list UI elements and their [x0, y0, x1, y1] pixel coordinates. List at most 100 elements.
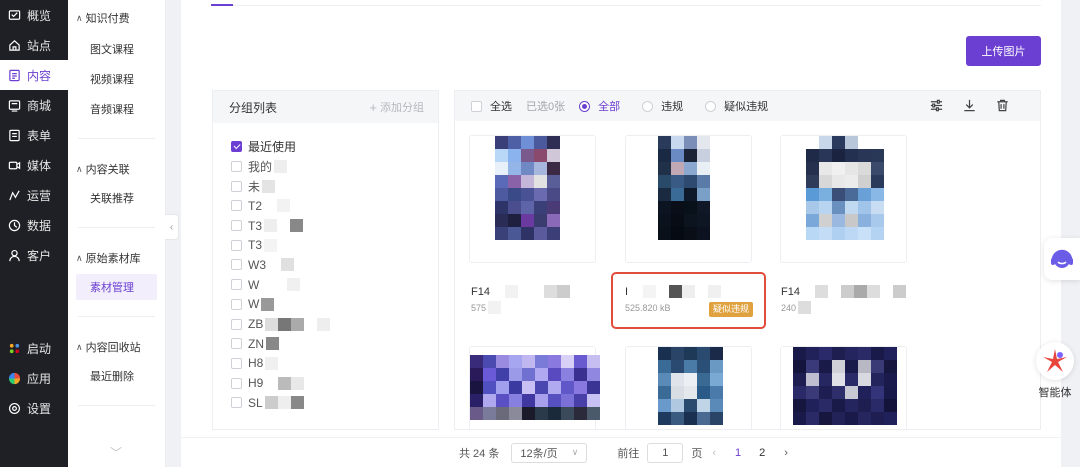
checkbox[interactable] — [231, 357, 242, 369]
page-number-1[interactable]: 1 — [735, 447, 741, 459]
submenu-group-recycle-bin[interactable]: ∧ 内容回收站 — [68, 337, 165, 357]
group-item[interactable]: W — [213, 295, 438, 315]
shop-icon — [8, 99, 21, 112]
filter-violation-radio[interactable]: 违规 — [642, 98, 683, 114]
redacted-block — [264, 396, 304, 410]
radio[interactable] — [705, 100, 717, 112]
redacted-block — [264, 199, 291, 213]
nav-item-launch[interactable]: 启动 — [0, 333, 68, 363]
submenu-item-audio-course[interactable]: 音频课程 — [68, 96, 165, 122]
select-all-checkbox[interactable]: 全选 — [471, 98, 512, 114]
radio[interactable] — [579, 100, 591, 112]
checkbox[interactable] — [231, 279, 242, 291]
submenu-item-video-course[interactable]: 视频课程 — [68, 66, 165, 92]
checkbox[interactable] — [231, 180, 242, 192]
redacted-block — [268, 258, 294, 272]
group-item[interactable]: T2 — [213, 196, 438, 216]
upload-image-button[interactable]: 上传图片 — [966, 36, 1041, 66]
checkbox[interactable] — [231, 298, 242, 310]
chevron-left-icon: ‹ — [169, 221, 174, 233]
submenu-group-material-library[interactable]: ∧ 原始素材库 — [68, 248, 165, 268]
nav-item-apps[interactable]: 应用 — [0, 363, 68, 393]
group-item[interactable]: ZN — [213, 334, 438, 354]
ai-agent-button[interactable]: 智能体 — [1030, 342, 1080, 404]
redacted-block — [265, 317, 331, 331]
prev-page-button[interactable]: ‹ — [712, 447, 716, 459]
nav-item-shop[interactable]: 商城 — [0, 90, 68, 120]
image-card[interactable] — [780, 135, 907, 263]
image-name: F14 — [471, 285, 570, 298]
home-icon — [9, 39, 20, 51]
group-item[interactable]: H8 — [213, 354, 438, 374]
group-item[interactable]: T3 — [213, 235, 438, 255]
submenu-item-graphic-course[interactable]: 图文课程 — [68, 36, 165, 62]
goto-page-input[interactable] — [647, 442, 684, 463]
nav-label: 媒体 — [27, 158, 52, 173]
checkbox[interactable] — [231, 397, 242, 409]
file-toolbar: 全选 已选0张 全部 违规 疑似违规 — [455, 91, 1040, 121]
group-item[interactable]: W3 — [213, 255, 438, 275]
collapse-sidebar-button[interactable]: ‹ — [165, 214, 179, 240]
nav-label: 启动 — [27, 341, 52, 356]
checkbox[interactable] — [231, 200, 242, 212]
nav-label: 应用 — [27, 371, 52, 386]
checkbox[interactable] — [231, 239, 242, 251]
nav-item-customer[interactable]: 客户 — [0, 240, 68, 270]
checkbox[interactable] — [231, 259, 242, 271]
chevron-down-icon: ∨ — [571, 447, 579, 457]
checkbox[interactable] — [231, 220, 242, 232]
submenu-group-relation[interactable]: ∧ 内容关联 — [68, 159, 165, 179]
image-thumbnail — [658, 136, 710, 240]
group-item[interactable]: 最近使用 — [213, 137, 438, 157]
redacted-block — [266, 337, 279, 351]
image-card[interactable] — [780, 346, 907, 429]
chevron-down-icon[interactable]: ﹀ — [110, 444, 122, 461]
submenu-item-related-recommend[interactable]: 关联推荐 — [68, 185, 165, 211]
nav-item-content[interactable]: 内容 — [0, 60, 68, 90]
submenu-item-recently-deleted[interactable]: 最近删除 — [68, 363, 165, 389]
submenu-item-material-management[interactable]: 素材管理 — [76, 274, 157, 300]
nav-item-data[interactable]: 数据 — [0, 210, 68, 240]
download-icon[interactable] — [962, 98, 977, 113]
image-size: 575 — [471, 301, 502, 314]
image-card[interactable] — [625, 346, 752, 429]
group-item[interactable]: ZB — [213, 314, 438, 334]
page-number-2[interactable]: 2 — [759, 447, 765, 459]
group-item[interactable]: 未 — [213, 176, 438, 196]
group-item[interactable]: 我的 — [213, 157, 438, 177]
nav-item-media[interactable]: 媒体 — [0, 150, 68, 180]
group-item[interactable]: T3 — [213, 216, 438, 236]
trash-icon[interactable] — [995, 98, 1010, 113]
filter-suspected-radio[interactable]: 疑似违规 — [705, 98, 768, 114]
sub-menu: ∧ 知识付费 图文课程 视频课程 音频课程 ∧ 内容关联 关联推荐 ∧ 原始素材库 素… — [68, 0, 166, 467]
checkbox[interactable] — [231, 161, 242, 173]
nav-item-form[interactable]: 表单 — [0, 120, 68, 150]
nav-label: 表单 — [27, 128, 52, 143]
checkbox[interactable] — [231, 338, 242, 350]
image-card[interactable] — [469, 346, 600, 429]
sliders-icon[interactable] — [929, 98, 944, 113]
group-item[interactable]: W — [213, 275, 438, 295]
nav-item-settings[interactable]: 设置 — [0, 393, 68, 423]
radio[interactable] — [642, 100, 654, 112]
image-card[interactable] — [625, 135, 752, 263]
checkbox[interactable] — [231, 377, 242, 389]
filter-all-radio[interactable]: 全部 — [579, 98, 620, 114]
nav-item-site[interactable]: 站点 — [0, 30, 68, 60]
submenu-group-knowledge[interactable]: ∧ 知识付费 — [68, 8, 165, 28]
checkbox[interactable] — [231, 141, 242, 153]
checkbox[interactable] — [231, 318, 242, 330]
group-item[interactable]: H9 — [213, 373, 438, 393]
page-size-select[interactable]: 12条/页 ∨ — [511, 442, 588, 463]
group-item[interactable]: SL — [213, 393, 438, 413]
image-card[interactable] — [469, 135, 596, 263]
nav-label: 客户 — [27, 248, 52, 263]
customer-service-button[interactable] — [1044, 238, 1080, 280]
checkbox[interactable] — [471, 100, 482, 112]
nav-item-operation[interactable]: 运营 — [0, 180, 68, 210]
selected-count: 已选0张 — [526, 101, 566, 113]
nav-item-overview[interactable]: 概览 — [0, 0, 68, 30]
redacted-block — [274, 160, 288, 174]
add-group-button[interactable]: + 添加分组 — [369, 99, 424, 115]
next-page-button[interactable]: › — [784, 447, 788, 459]
